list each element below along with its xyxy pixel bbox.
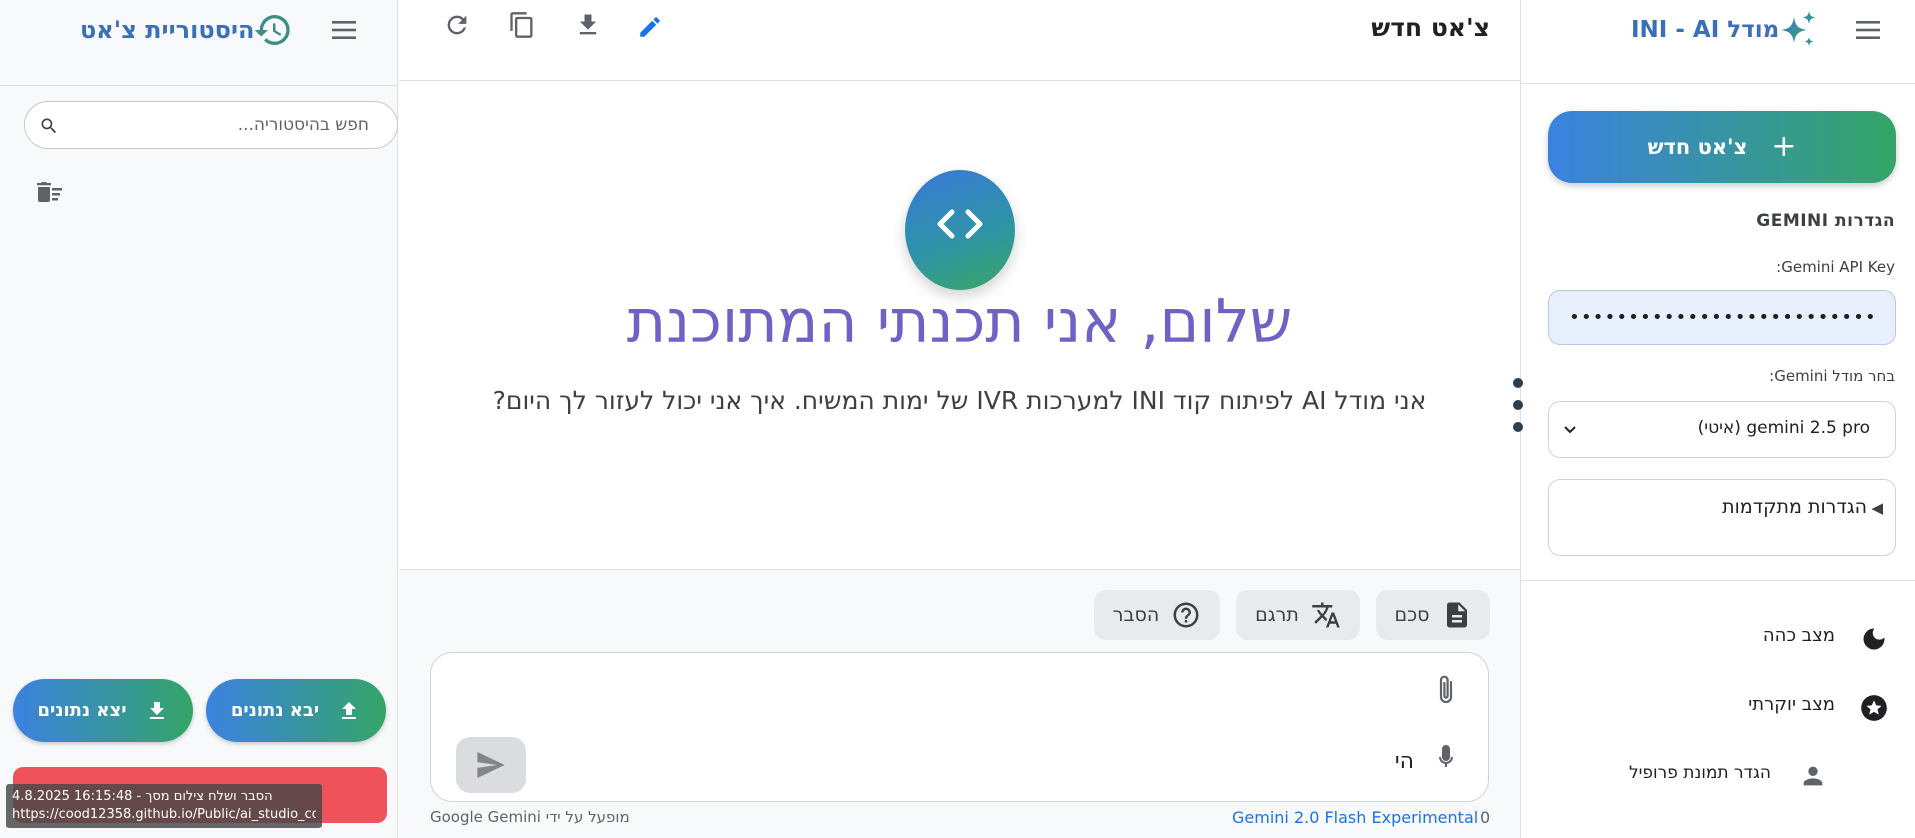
translate-chip[interactable]: תרגם	[1236, 590, 1360, 640]
download-icon	[149, 701, 164, 719]
history-panel: היסטוריית צ'אט יצא נתונים	[0, 0, 398, 838]
code-icon	[937, 209, 983, 239]
history-clock-icon	[254, 15, 290, 45]
model-select-label: בחר מודל Gemini:	[1769, 367, 1895, 385]
translate-icon	[1312, 602, 1340, 628]
chat-header: צ'אט חדש	[399, 0, 1520, 81]
attach-icon[interactable]	[1434, 673, 1458, 707]
brand-name: מודל INI - AI	[1631, 17, 1780, 43]
advanced-settings-label: הגדרות מתקדמות	[1722, 496, 1867, 518]
history-header: היסטוריית צ'אט	[0, 0, 398, 86]
document-icon	[1446, 602, 1467, 628]
clear-history-icon[interactable]	[36, 178, 64, 204]
help-icon	[1173, 602, 1199, 628]
message-input-box[interactable]: הי	[430, 652, 1489, 802]
model-select-value: gemini 2.5 pro (איטי)	[1697, 418, 1870, 438]
link-tooltip: 4.8.2025 16:15:48 - הסבר ושלח צילום מסך …	[6, 784, 322, 828]
model-select[interactable]: gemini 2.5 pro (איטי)	[1548, 401, 1896, 458]
send-icon	[477, 752, 505, 778]
message-input[interactable]: הי	[1395, 749, 1414, 774]
chat-title: צ'אט חדש	[1371, 13, 1490, 42]
chevron-down-icon	[1564, 426, 1576, 434]
api-key-label: Gemini API Key:	[1776, 258, 1895, 276]
welcome-title: שלום, אני תכנתי המתוכנת	[626, 287, 1293, 357]
export-data-button[interactable]: יצא נתונים	[13, 679, 193, 742]
powered-by-text: מופעל על ידי Google Gemini	[430, 808, 630, 826]
moon-icon	[1863, 628, 1885, 650]
export-data-label: יצא נתונים	[37, 700, 127, 721]
settings-sidebar: מודל INI - AI + צ'אט חדש הגדרות GEMINI G…	[1513, 0, 1915, 838]
sidebar-header: מודל INI - AI	[1521, 0, 1915, 84]
sidebar-divider	[1521, 580, 1915, 581]
app-window: היסטוריית צ'אט יצא נתונים	[0, 0, 1915, 838]
edit-title-icon[interactable]	[637, 14, 663, 40]
import-data-label: יבא נתונים	[230, 700, 320, 721]
summarize-chip[interactable]: סכם	[1376, 590, 1490, 640]
microphone-icon[interactable]	[1434, 743, 1458, 775]
sparkle-icon	[1781, 11, 1816, 46]
token-count: 0	[1480, 808, 1491, 827]
history-search-input[interactable]	[69, 102, 369, 148]
search-icon	[41, 118, 57, 134]
star-icon	[1861, 695, 1887, 721]
sidebar-menu-icon[interactable]	[1854, 18, 1882, 42]
translate-label: תרגם	[1255, 604, 1299, 626]
refresh-icon[interactable]	[443, 10, 471, 40]
profile-picture-option[interactable]: הגדר תמונת פרופיל	[1629, 763, 1771, 783]
summarize-label: סכם	[1394, 604, 1430, 626]
new-chat-label: צ'אט חדש	[1647, 135, 1748, 159]
history-menu-icon[interactable]	[330, 18, 358, 42]
history-search	[24, 101, 398, 149]
code-logo	[905, 170, 1015, 290]
new-chat-button[interactable]: + צ'אט חדש	[1548, 111, 1896, 183]
send-button[interactable]	[456, 737, 526, 793]
model-name-link[interactable]: Gemini 2.0 Flash Experimental	[1232, 808, 1478, 827]
api-key-input[interactable]	[1548, 290, 1896, 345]
advanced-settings-toggle[interactable]: ◀ הגדרות מתקדמות	[1548, 479, 1896, 556]
import-data-button[interactable]: יבא נתונים	[206, 679, 386, 742]
copy-icon[interactable]	[508, 10, 536, 40]
history-title: היסטוריית צ'אט	[80, 16, 255, 44]
person-icon	[1803, 766, 1823, 786]
chat-area: צ'אט חדש שלום, אני תכנתי המתוכנת אני מוד…	[399, 0, 1520, 838]
download-chat-icon[interactable]	[574, 10, 602, 40]
explain-label: הסבר	[1112, 604, 1160, 626]
plus-icon: +	[1771, 129, 1797, 164]
upload-icon	[342, 701, 357, 719]
tooltip-title: 4.8.2025 16:15:48 - הסבר ושלח צילום מסך	[12, 789, 273, 804]
premium-mode-option[interactable]: מצב יוקרתי	[1748, 694, 1835, 715]
dark-mode-option[interactable]: מצב כהה	[1763, 625, 1835, 646]
tooltip-url: https://cood12358.github.io/Public/ai_st…	[12, 807, 316, 822]
triangle-left-icon: ◀	[1871, 499, 1883, 517]
explain-chip[interactable]: הסבר	[1094, 590, 1220, 640]
drag-handle-icon[interactable]	[1511, 375, 1525, 435]
welcome-subtitle: אני מודל AI לפיתוח קוד INI למערכות IVR ש…	[492, 386, 1427, 415]
gemini-settings-title: הגדרות GEMINI	[1756, 211, 1895, 231]
